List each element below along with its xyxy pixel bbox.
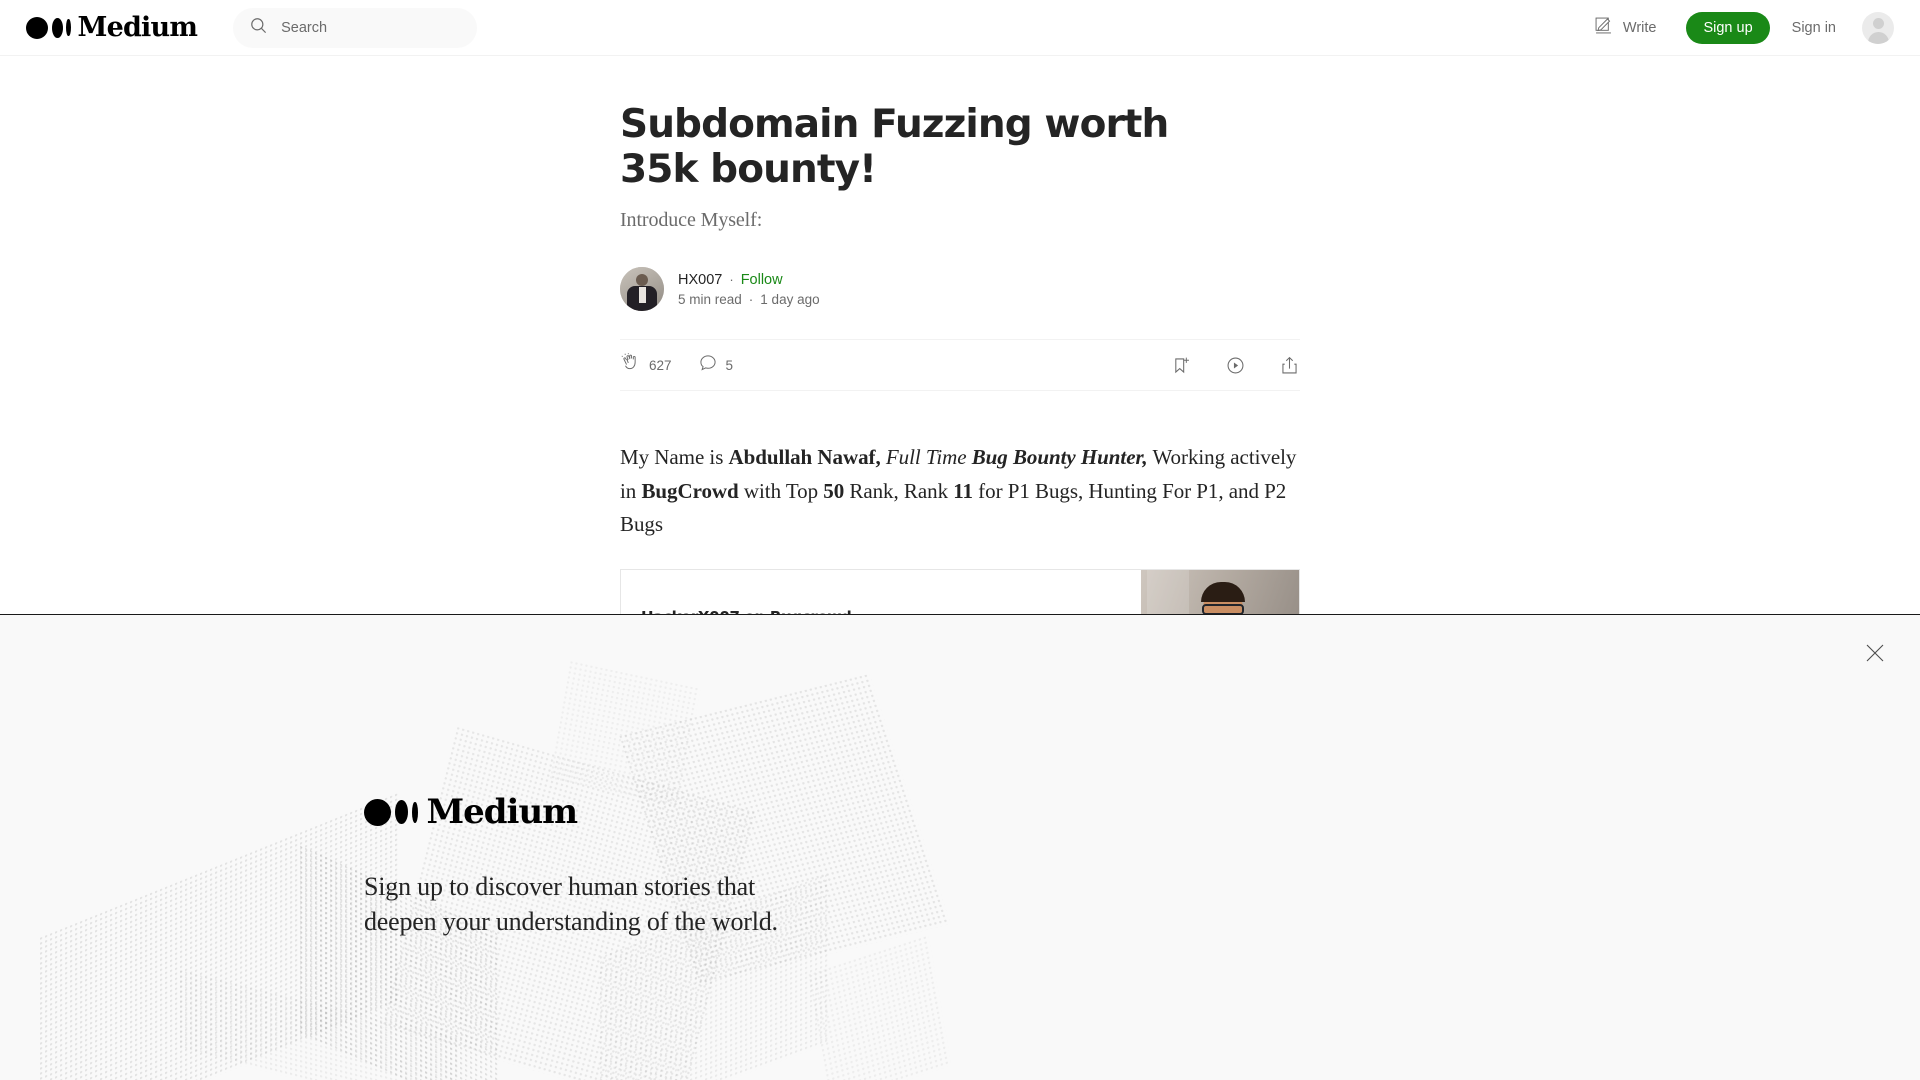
close-icon	[1866, 644, 1884, 662]
paywall-logo-text: Medium	[426, 792, 579, 832]
clap-count: 627	[649, 357, 672, 373]
medium-article-page: Medium Search Write Sign up Sign in Subd…	[0, 0, 1920, 1080]
top-navbar: Medium Search Write Sign up Sign in	[0, 0, 1920, 56]
search-icon	[249, 16, 268, 40]
read-time: 5 min read	[678, 291, 742, 307]
byline-text-group: HX007 · Follow 5 min read · 1 day ago	[678, 272, 820, 307]
comment-icon	[698, 353, 718, 378]
body-segment-bold: 11	[953, 478, 973, 503]
author-name[interactable]: HX007	[678, 272, 722, 288]
body-segment: with Top	[738, 478, 824, 503]
byline-meta-row: 5 min read · 1 day ago	[678, 292, 820, 307]
article-subtitle: Introduce Myself:	[620, 209, 763, 232]
signup-button[interactable]: Sign up	[1686, 11, 1770, 44]
signin-button[interactable]: Sign in	[1792, 20, 1836, 36]
byline-separator: ·	[729, 272, 734, 288]
published-date: 1 day ago	[760, 291, 820, 307]
comment-count: 5	[725, 357, 734, 373]
clap-icon	[620, 352, 641, 378]
author-avatar[interactable]	[620, 267, 664, 312]
body-segment-italic: Full Time	[880, 445, 972, 470]
paywall-promo-block: Medium Sign up to discover human stories…	[364, 795, 824, 939]
medium-logo-text: Medium	[77, 12, 198, 43]
medium-logo-icon	[26, 16, 71, 39]
article-engagement-toolbar: 627 5	[620, 339, 1300, 392]
article-body-paragraph: My Name is Abdullah Nawaf, Full Time Bug…	[620, 441, 1300, 541]
decorative-ascii-pattern	[0, 615, 1920, 1080]
byline-primary-row: HX007 · Follow	[678, 272, 820, 288]
paywall-medium-logo: Medium	[364, 795, 824, 829]
navbar-right-group: Write Sign up Sign in	[1581, 7, 1920, 48]
write-label: Write	[1622, 19, 1657, 36]
navbar-left-group: Medium Search	[0, 7, 478, 48]
share-icon[interactable]	[1279, 355, 1300, 376]
body-segment-bold: Abdullah Nawaf,	[728, 445, 881, 470]
body-segment: Rank, Rank	[844, 478, 954, 503]
write-button[interactable]: Write	[1581, 7, 1669, 48]
author-byline: HX007 · Follow 5 min read · 1 day ago	[620, 267, 1300, 312]
body-segment-bold: BugCrowd	[641, 478, 739, 503]
body-segment-bold: 50	[823, 478, 845, 503]
body-segment: My Name is	[620, 445, 729, 470]
listen-play-icon[interactable]	[1225, 355, 1246, 376]
article-title: Subdomain Fuzzing worth 35k bounty!	[620, 102, 1169, 193]
search-input[interactable]: Search	[233, 7, 478, 48]
user-avatar-button[interactable]	[1862, 11, 1894, 44]
medium-logo[interactable]: Medium	[26, 12, 198, 43]
article-container: Subdomain Fuzzing worth 35k bounty! Intr…	[620, 56, 1300, 689]
search-placeholder: Search	[281, 19, 328, 36]
paywall-tagline: Sign up to discover human stories that d…	[364, 872, 778, 937]
meta-separator: ·	[748, 291, 754, 307]
clap-button[interactable]: 627	[620, 352, 672, 378]
bookmark-add-icon[interactable]	[1171, 355, 1192, 376]
comment-button[interactable]: 5	[698, 353, 734, 378]
medium-logo-icon	[364, 798, 418, 826]
close-paywall-button[interactable]	[1862, 640, 1888, 666]
pencil-write-icon	[1593, 15, 1614, 40]
toolbar-right-group	[1171, 355, 1300, 376]
follow-link[interactable]: Follow	[741, 272, 783, 288]
body-segment-bold-italic: Bug Bounty Hunter,	[971, 445, 1148, 470]
signup-paywall-overlay: Medium Sign up to discover human stories…	[0, 614, 1920, 1080]
toolbar-left-group: 627 5	[620, 352, 733, 378]
